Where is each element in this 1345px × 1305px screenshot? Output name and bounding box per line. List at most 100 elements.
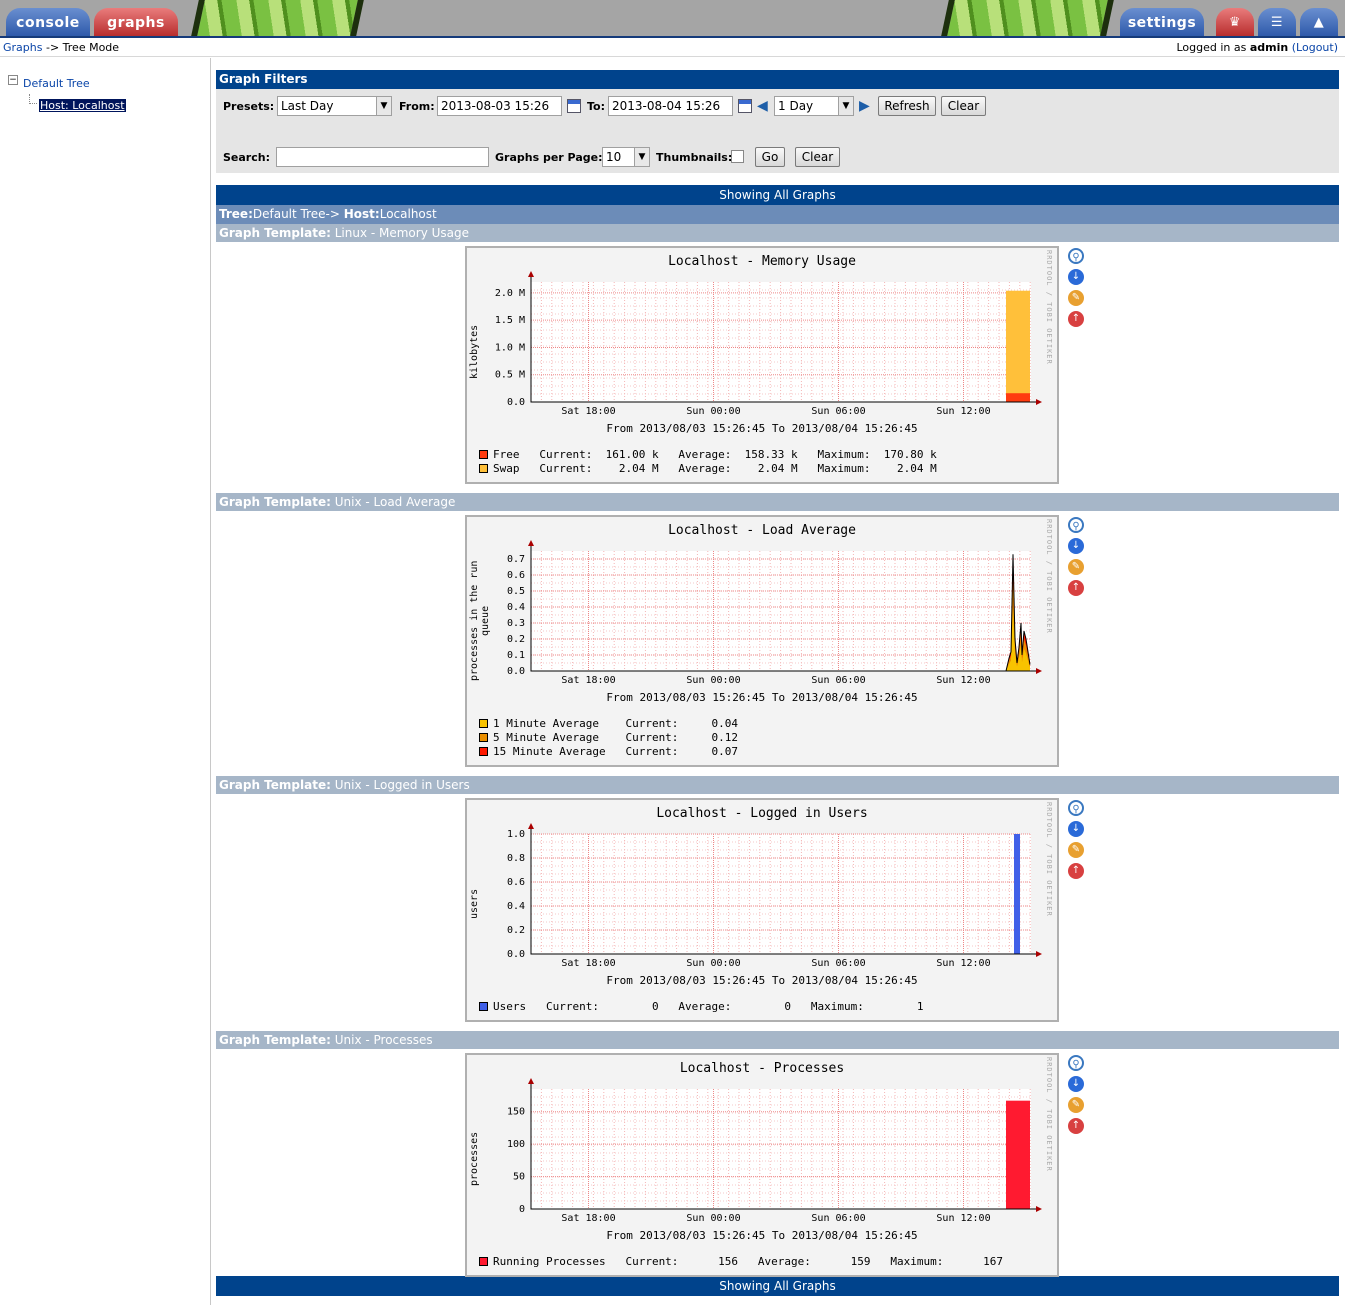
edit-icon[interactable]: ✎: [1068, 559, 1084, 575]
zoom-icon[interactable]: ⚲: [1068, 517, 1084, 533]
chart-plot: 0 50 100 150 Sat 18:00 Sun 00:00 Sun 06:00 Sun …: [507, 1078, 1042, 1224]
graph-template-header: Graph Template: Unix - Load Average: [216, 493, 1339, 511]
tree-host-localhost[interactable]: Host: Localhost: [39, 99, 126, 112]
collapse-icon[interactable]: −: [8, 75, 18, 85]
to-date-input[interactable]: 2013-08-04 15:26: [608, 96, 733, 116]
move-up-icon[interactable]: ↑: [1068, 863, 1084, 879]
zoom-icon[interactable]: ⚲: [1068, 800, 1084, 816]
logout-link[interactable]: (Logout): [1292, 41, 1338, 54]
y-tick-label: 0.2: [507, 634, 525, 645]
y-tick-label: 0.4: [507, 602, 525, 613]
graph-image[interactable]: Localhost - Processes RRDTOOL / TOBI OETI…: [465, 1053, 1059, 1277]
preview-view-icon[interactable]: ▲: [1300, 8, 1338, 38]
timespan-select[interactable]: 1 Day ▼: [774, 96, 854, 116]
host-label: Host:: [343, 207, 380, 221]
legend-text: Free Current: 161.00 k Average: 158.33 k…: [493, 448, 937, 461]
legend-swatch: [479, 450, 488, 459]
zoom-icon[interactable]: ⚲: [1068, 1055, 1084, 1071]
graphs-tab[interactable]: graphs: [94, 8, 178, 38]
main-content: Graph Filters Presets: Last Day ▼ From: 2…: [216, 70, 1339, 1296]
edit-icon[interactable]: ✎: [1068, 290, 1084, 306]
move-up-icon[interactable]: ↑: [1068, 311, 1084, 327]
calendar-icon[interactable]: [738, 99, 752, 113]
y-tick-label: 0.7: [507, 554, 525, 565]
clear-button[interactable]: Clear: [941, 96, 986, 116]
template-name: Unix - Logged in Users: [334, 778, 470, 792]
timespan-value: 1 Day: [778, 99, 814, 113]
x-tick-label: Sun 12:00: [936, 675, 990, 686]
y-tick-label: 0.0: [507, 949, 525, 960]
y-tick-label: 0.5: [507, 586, 525, 597]
graph-image[interactable]: Localhost - Load Average RRDTOOL / TOBI O…: [465, 515, 1059, 767]
tree-arrow: ->: [325, 207, 344, 221]
y-tick-label: 0.6: [507, 877, 525, 888]
y-axis-arrow: [528, 823, 534, 829]
y-tick-label: 0: [519, 1204, 525, 1215]
graph-image[interactable]: Localhost - Logged in Users RRDTOOL / TOB…: [465, 798, 1059, 1022]
thumbnails-checkbox[interactable]: [731, 150, 744, 163]
graph-filters-header: Graph Filters: [216, 70, 1339, 89]
go-button[interactable]: Go: [755, 147, 785, 167]
tree-default-link[interactable]: Default Tree: [23, 77, 90, 90]
settings-tab[interactable]: settings: [1120, 8, 1204, 38]
clear-search-button[interactable]: Clear: [795, 147, 840, 167]
move-up-icon[interactable]: ↑: [1068, 1118, 1084, 1134]
to-label: To:: [587, 100, 605, 113]
header-decoration: [939, 0, 1116, 38]
graphs-per-page-select[interactable]: 10 ▼: [602, 147, 650, 167]
refresh-button[interactable]: Refresh: [878, 96, 936, 116]
y-axis-arrow: [528, 1078, 534, 1084]
time-range-label: From 2013/08/03 15:26:45 To 2013/08/04 1…: [606, 1229, 918, 1242]
tree-label: Tree:: [219, 207, 253, 221]
shift-right-icon[interactable]: ▶: [859, 98, 870, 114]
legend-swatch: [479, 719, 488, 728]
y-tick-label: 1.0 M: [495, 342, 525, 353]
logged-in-label: Logged in as: [1176, 41, 1250, 54]
graphs-per-page-value: 10: [606, 150, 622, 164]
presets-select[interactable]: Last Day ▼: [277, 96, 392, 116]
graph-actions: ⚲ ↓ ✎ ↑: [1068, 517, 1084, 601]
console-tab[interactable]: console: [6, 8, 90, 38]
graph-legend: Running Processes Current: 156 Average: …: [479, 1255, 1003, 1269]
chart-plot: 0.0 0.1 0.2 0.3 0.4 0.5 0.6 0.7 Sat 18:00 Sun 00:…: [507, 540, 1042, 686]
edit-icon[interactable]: ✎: [1068, 842, 1084, 858]
presets-value: Last Day: [281, 99, 334, 113]
search-input[interactable]: [276, 147, 489, 167]
legend-swatch: [479, 1002, 488, 1011]
breadcrumb-current: Tree Mode: [62, 41, 120, 54]
chart-plot: 0.0 0.2 0.4 0.6 0.8 1.0 Sat 18:00 Sun 00:00 Sun …: [507, 823, 1042, 969]
zoom-icon[interactable]: ⚲: [1068, 248, 1084, 264]
graph-section: Localhost - Processes RRDTOOL / TOBI OETI…: [216, 1049, 1339, 1277]
y-tick-label: 0.8: [507, 853, 525, 864]
download-icon[interactable]: ↓: [1068, 269, 1084, 285]
download-icon[interactable]: ↓: [1068, 1076, 1084, 1092]
x-tick-label: Sun 00:00: [686, 958, 740, 969]
legend-entry: Users Current: 0 Average: 0 Maximum: 1: [479, 1000, 923, 1014]
shift-left-icon[interactable]: ◀: [757, 98, 768, 114]
move-up-icon[interactable]: ↑: [1068, 580, 1084, 596]
y-tick-label: 150: [507, 1107, 525, 1118]
graph-image[interactable]: Localhost - Memory Usage RRDTOOL / TOBI O…: [465, 246, 1059, 484]
template-name: Unix - Processes: [334, 1033, 433, 1047]
search-label: Search:: [223, 151, 270, 164]
y-tick-label: 0.5 M: [495, 370, 525, 381]
breadcrumb-graphs-link[interactable]: Graphs: [3, 41, 42, 54]
x-tick-label: Sun 12:00: [936, 958, 990, 969]
legend-swatch: [479, 747, 488, 756]
x-tick-label: Sun 00:00: [686, 1213, 740, 1224]
calendar-icon[interactable]: [567, 99, 581, 113]
x-axis-arrow: [1036, 951, 1042, 957]
from-date-input[interactable]: 2013-08-03 15:26: [437, 96, 562, 116]
y-tick-label: 100: [507, 1139, 525, 1150]
graph-template-header: Graph Template: Linux - Memory Usage: [216, 224, 1339, 242]
from-label: From:: [399, 100, 435, 113]
chevron-down-icon: ▼: [376, 97, 391, 115]
list-view-icon[interactable]: ☰: [1258, 8, 1296, 38]
x-tick-label: Sun 06:00: [811, 958, 865, 969]
edit-icon[interactable]: ✎: [1068, 1097, 1084, 1113]
x-axis-arrow: [1036, 399, 1042, 405]
download-icon[interactable]: ↓: [1068, 538, 1084, 554]
x-tick-label: Sat 18:00: [561, 1213, 615, 1224]
download-icon[interactable]: ↓: [1068, 821, 1084, 837]
tree-view-icon[interactable]: ♛: [1216, 8, 1254, 38]
